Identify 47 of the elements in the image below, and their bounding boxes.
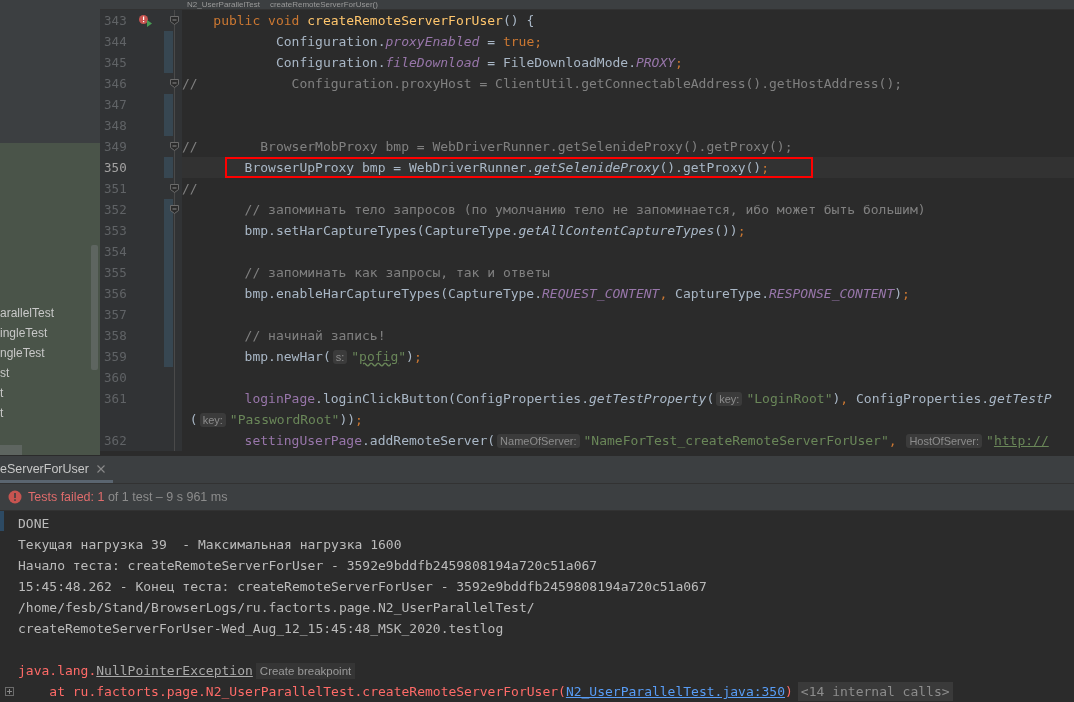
console-line: createRemoteServerForUser-Wed_Aug_12_15:45:48_MSK_2020.testlog (18, 621, 504, 636)
line-number: 350 (104, 160, 127, 175)
console-line: java.lang.NullPointerException Create breakpoint (18, 663, 356, 678)
console-line: Текущая нагрузка 39 - Максимальная нагрузка 1600 (18, 537, 402, 552)
code-line: // (182, 181, 198, 196)
test-status: Tests failed: 1 of 1 test – 9 s 961 ms (28, 489, 228, 504)
create-breakpoint-button[interactable]: Create breakpoint (255, 663, 356, 679)
code-line: // начинай запись! (243, 328, 386, 343)
fold-icon[interactable] (170, 79, 180, 88)
exception-link[interactable]: NullPointerException (96, 663, 253, 678)
fold-icon[interactable] (170, 16, 180, 25)
breadcrumb-item[interactable]: N2_UserParallelTest (187, 0, 260, 9)
tree-item[interactable]: arallelTest (0, 306, 55, 320)
tree-item[interactable]: t (0, 386, 4, 400)
tree-item[interactable]: ingleTest (0, 326, 48, 340)
code-line: // Configuration.proxyHost = ClientUtil.getConnectableAddress().getHostAddress(); (182, 76, 903, 91)
code-line: BrowserUpProxy bmp = WebDriverRunner.getSelenideProxy().getProxy(); (243, 160, 769, 175)
code-line: // запоминать как запросы, так и ответы (243, 265, 550, 280)
code-line: bmp.newHar( s: "pofig"); (243, 349, 422, 364)
code-line: Configuration.proxyEnabled = true; (274, 34, 543, 49)
console-line: DONE (18, 516, 50, 531)
code-line: bmp.setHarCaptureTypes(CaptureType.getAllContentCaptureTypes()); (243, 223, 746, 238)
breadcrumb-item[interactable]: createRemoteServerForUser() (269, 0, 378, 9)
tree-item[interactable]: ngleTest (0, 346, 45, 360)
file-link[interactable]: N2_UserParallelTest.java:350 (565, 684, 786, 699)
fold-icon[interactable] (170, 142, 180, 151)
internal-calls-fold[interactable]: <14 internal calls> (797, 682, 953, 701)
code-line: Configuration.fileDownload = FileDownloadMode.PROXY; (274, 55, 683, 70)
fold-icon[interactable] (170, 205, 180, 214)
code-line: settingUserPage.addRemoteServer( NameOfServer: "NameForTest_createRemoteServerForUser", HostOfServer: "http:// (243, 433, 1049, 448)
code-line: // BrowserMobProxy bmp = WebDriverRunner.getSelenideProxy().getProxy(); (182, 139, 793, 154)
code-line: ( key: "PasswordRoot")); (188, 412, 363, 427)
tree-item[interactable]: st (0, 366, 10, 380)
close-icon[interactable] (96, 465, 105, 474)
console-line: /home/fesb/Stand/BrowserLogs/ru.factorts.page.N2_UserParallelTest/ (18, 600, 535, 615)
tree-item[interactable]: t (0, 406, 4, 420)
code-line: public void createRemoteServerForUser() { (212, 13, 535, 28)
fold-icon[interactable] (170, 184, 180, 193)
code-line: // запоминать тело запросов (по умолчанию тело не запоминается, ибо может быть большим) (243, 202, 926, 217)
console-line: at ru.factorts.page.N2_UserParallelTest.createRemoteServerForUser(N2_UserParallelTest.java:350) <14 internal calls> (18, 684, 953, 699)
console-line: 15:45:48.262 - Конец теста: createRemoteServerForUser - 3592e9bddfb2459808194a720c51a067 (18, 579, 707, 594)
code-line: bmp.enableHarCaptureTypes(CaptureType.REQUEST_CONTENT, CaptureType.RESPONSE_CONTENT); (243, 286, 910, 301)
code-line: loginPage.loginClickButton(ConfigProperties.getTestProperty( key: "LoginRoot"), ConfigProperties.getTestP (243, 391, 1052, 406)
console-line: Начало теста: createRemoteServerForUser - 3592e9bddfb2459808194a720c51a067 (18, 558, 598, 573)
expand-icon[interactable] (4, 687, 14, 696)
run-failed-icon[interactable] (137, 13, 153, 28)
scrollbar-thumb[interactable] (0, 445, 22, 455)
